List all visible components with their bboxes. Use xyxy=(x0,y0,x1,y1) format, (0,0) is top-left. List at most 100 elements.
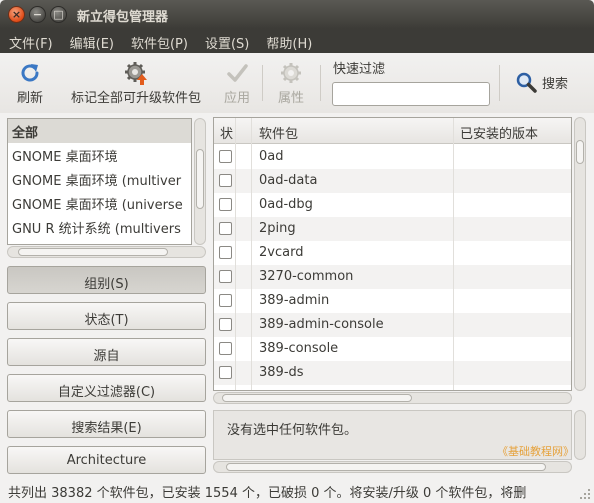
check-icon xyxy=(227,64,248,82)
toolbar: 刷新 标记全部可升级软件包 应用 属性 xyxy=(0,53,594,113)
package-table: 状 软件包 已安装的版本 0ad 0ad-data 0ad-dbg 2ping … xyxy=(213,117,572,391)
table-body: 0ad 0ad-data 0ad-dbg 2ping 2vcard 3270-c… xyxy=(214,145,571,385)
column-header-installed-version[interactable]: 已安装的版本 xyxy=(460,123,538,142)
package-name: 0ad-data xyxy=(259,173,318,188)
search-button[interactable]: 搜索 xyxy=(509,53,581,111)
scrollbar-thumb[interactable] xyxy=(222,394,412,402)
table-row[interactable]: 0ad-data xyxy=(214,169,571,193)
category-horizontal-scrollbar[interactable] xyxy=(7,246,206,258)
quick-filter-label: 快速过滤 xyxy=(333,62,386,77)
table-row[interactable]: 2ping xyxy=(214,217,571,241)
toolbar-separator xyxy=(262,65,263,101)
refresh-label: 刷新 xyxy=(16,91,43,106)
table-row[interactable]: 0ad-dbg xyxy=(214,193,571,217)
table-row[interactable]: 2vcard xyxy=(214,241,571,265)
mark-checkbox[interactable] xyxy=(219,174,232,187)
column-line xyxy=(235,118,236,390)
category-item[interactable]: GNOME 桌面环境 xyxy=(8,143,191,167)
table-horizontal-scrollbar[interactable] xyxy=(213,392,572,404)
column-header-status[interactable]: 状 xyxy=(220,123,233,142)
title-bar: × − □ 新立得包管理器 xyxy=(0,0,594,29)
search-results-button[interactable]: 搜索结果(E) xyxy=(7,410,206,438)
resize-grip-icon[interactable] xyxy=(579,488,591,500)
mark-checkbox[interactable] xyxy=(219,246,232,259)
table-header: 状 软件包 已安装的版本 xyxy=(214,118,571,144)
maximize-window-button[interactable]: □ xyxy=(50,6,67,23)
menu-help[interactable]: 帮助(H) xyxy=(257,29,320,53)
refresh-button[interactable]: 刷新 xyxy=(10,53,50,111)
table-row[interactable]: 389-ds xyxy=(214,361,571,385)
close-window-button[interactable]: × xyxy=(8,6,25,23)
package-name: 389-admin xyxy=(259,293,330,308)
window-title: 新立得包管理器 xyxy=(77,10,169,25)
package-name: 389-ds xyxy=(259,365,304,380)
table-row[interactable]: 389-admin-console xyxy=(214,313,571,337)
table-row[interactable]: 0ad xyxy=(214,145,571,169)
package-name: 3270-common xyxy=(259,269,354,284)
status-bar: 共列出 38382 个软件包，已安装 1554 个，已破损 0 个。将安装/升级… xyxy=(0,480,594,503)
package-name: 0ad xyxy=(259,149,284,164)
toolbar-separator xyxy=(320,65,321,101)
mark-checkbox[interactable] xyxy=(219,270,232,283)
refresh-icon xyxy=(21,64,39,82)
package-name: 0ad-dbg xyxy=(259,197,313,212)
mark-checkbox[interactable] xyxy=(219,150,232,163)
status-button[interactable]: 状态(T) xyxy=(7,302,206,330)
mark-checkbox[interactable] xyxy=(219,318,232,331)
sections-button[interactable]: 组别(S) xyxy=(7,266,206,294)
architecture-button[interactable]: Architecture xyxy=(7,446,206,474)
apply-button[interactable]: 应用 xyxy=(216,53,258,111)
properties-button[interactable]: 属性 xyxy=(269,53,313,111)
table-vertical-scrollbar[interactable] xyxy=(574,117,586,391)
origin-button[interactable]: 源自 xyxy=(7,338,206,366)
description-panel: 没有选中任何软件包。 《基础教程网》 xyxy=(213,410,574,460)
menu-package[interactable]: 软件包(P) xyxy=(122,29,196,53)
apply-label: 应用 xyxy=(223,91,250,106)
status-text: 共列出 38382 个软件包，已安装 1554 个，已破损 0 个。将安装/升级… xyxy=(8,486,527,501)
scrollbar-thumb[interactable] xyxy=(226,463,546,471)
magnifier-icon xyxy=(516,72,537,93)
custom-filters-button[interactable]: 自定义过滤器(C) xyxy=(7,374,206,402)
properties-label: 属性 xyxy=(277,91,304,106)
package-name: 2vcard xyxy=(259,245,304,260)
upgrade-gear-icon xyxy=(125,62,147,85)
description-vertical-scrollbar[interactable] xyxy=(574,410,586,460)
menu-file[interactable]: 文件(F) xyxy=(0,29,61,53)
mark-checkbox[interactable] xyxy=(219,222,232,235)
scrollbar-thumb[interactable] xyxy=(196,149,204,209)
menu-bar: 文件(F) 编辑(E) 软件包(P) 设置(S) 帮助(H) xyxy=(0,29,594,53)
category-list: 全部 GNOME 桌面环境 GNOME 桌面环境 (multiver GNOME… xyxy=(7,118,192,245)
column-header-package[interactable]: 软件包 xyxy=(259,123,298,142)
gear-icon xyxy=(281,63,301,83)
category-item[interactable]: GNU R 统计系统 (multivers xyxy=(8,215,191,239)
column-line xyxy=(251,118,252,390)
table-row[interactable]: 389-admin xyxy=(214,289,571,313)
category-vertical-scrollbar[interactable] xyxy=(194,118,206,245)
mark-checkbox[interactable] xyxy=(219,294,232,307)
package-name: 2ping xyxy=(259,221,296,236)
menu-settings[interactable]: 设置(S) xyxy=(196,29,257,53)
description-horizontal-scrollbar[interactable] xyxy=(213,461,572,473)
package-name: 389-admin-console xyxy=(259,317,384,332)
quick-filter-input[interactable] xyxy=(332,82,490,106)
menu-edit[interactable]: 编辑(E) xyxy=(61,29,122,53)
table-row[interactable]: 389-console xyxy=(214,337,571,361)
mark-checkbox[interactable] xyxy=(219,198,232,211)
package-name: 389-console xyxy=(259,341,339,356)
table-row[interactable]: 3270-common xyxy=(214,265,571,289)
mark-all-upgrades-button[interactable]: 标记全部可升级软件包 xyxy=(56,53,216,111)
search-label: 搜索 xyxy=(542,77,569,92)
column-line xyxy=(453,118,454,390)
watermark: 《基础教程网》 xyxy=(497,445,574,458)
category-item[interactable]: GNOME 桌面环境 (multiver xyxy=(8,167,191,191)
scrollbar-thumb[interactable] xyxy=(576,140,584,164)
mark-checkbox[interactable] xyxy=(219,342,232,355)
scrollbar-thumb[interactable] xyxy=(18,248,168,256)
category-item[interactable]: GNOME 桌面环境 (universe xyxy=(8,191,191,215)
mark-checkbox[interactable] xyxy=(219,366,232,379)
toolbar-separator xyxy=(499,65,500,101)
minimize-window-button[interactable]: − xyxy=(29,6,46,23)
mark-all-upgrades-label: 标记全部可升级软件包 xyxy=(70,91,201,106)
category-item-all[interactable]: 全部 xyxy=(8,119,191,143)
description-text: 没有选中任何软件包。 xyxy=(227,423,358,438)
